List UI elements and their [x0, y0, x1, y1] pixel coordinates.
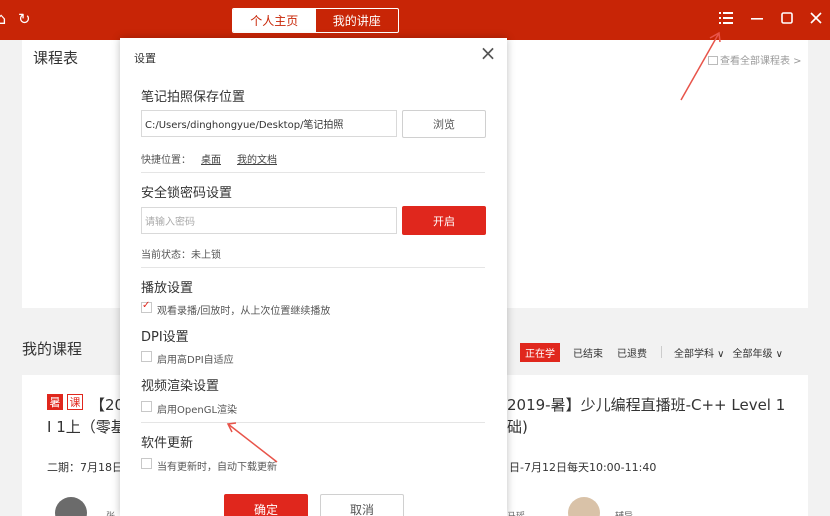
render-heading: 视频渲染设置 — [141, 379, 220, 394]
high-dpi-checkbox[interactable] — [141, 351, 152, 362]
close-window-icon[interactable] — [805, 7, 827, 29]
save-path-input[interactable]: C:/Users/dinghongyue/Desktop/笔记拍照 — [141, 110, 397, 137]
my-courses-title: 我的课程 — [22, 340, 83, 358]
security-heading: 安全锁密码设置 — [141, 186, 233, 201]
opengl-checkbox[interactable] — [141, 401, 152, 412]
view-all-schedule-link[interactable]: 查看全部课程表 > — [708, 52, 802, 67]
view-all-label: 查看全部课程表 > — [720, 56, 802, 67]
teacher-name: 马瑶 — [507, 509, 525, 516]
filter-refunded[interactable]: 已退费 — [617, 345, 647, 360]
teacher-name: 张 — [106, 509, 115, 516]
confirm-button[interactable]: 确定 — [224, 494, 308, 516]
cancel-button[interactable]: 取消 — [320, 494, 404, 516]
course-title-line1: 【20 — [90, 396, 125, 414]
home-icon[interactable]: ⌂ — [0, 9, 6, 29]
course-title-right-line1: 2019-暑】少儿编程直播班-C++ Level 1 — [507, 396, 786, 414]
auto-update-label: 当有更新时，自动下载更新 — [157, 462, 277, 473]
dialog-title: 设置 — [134, 52, 156, 65]
browse-button[interactable]: 浏览 — [402, 110, 486, 138]
subject-dropdown[interactable]: 全部学科 ∨ — [674, 345, 725, 360]
enable-lock-button[interactable]: 开启 — [402, 206, 486, 235]
auto-update-checkbox[interactable] — [141, 458, 152, 469]
top-bar: ⌂ ↻ 个人主页 我的讲座 — [0, 0, 830, 40]
maximize-icon[interactable] — [776, 7, 798, 29]
course-schedule: 二期：7月18日 — [47, 461, 123, 474]
high-dpi-label: 启用高DPI自适应 — [157, 355, 234, 366]
quick-link-desktop[interactable]: 桌面 — [201, 151, 221, 166]
main-tabs: 个人主页 我的讲座 — [232, 8, 399, 33]
lock-status: 当前状态：未上锁 — [141, 250, 221, 261]
password-input[interactable]: 请输入密码 — [141, 207, 397, 234]
course-tag: 课 — [67, 394, 83, 410]
summer-tag: 暑 — [47, 394, 63, 410]
grade-dropdown[interactable]: 全部年级 ∨ — [733, 345, 784, 360]
dpi-heading: DPI设置 — [141, 330, 189, 345]
playback-heading: 播放设置 — [141, 281, 194, 296]
filter-learning[interactable]: 正在学 — [520, 342, 560, 362]
schedule-title: 课程表 — [33, 49, 79, 67]
section-divider — [141, 267, 485, 268]
resume-playback-label: 观看录播/回放时，从上次位置继续播放 — [157, 306, 331, 317]
filter-finished[interactable]: 已结束 — [573, 345, 603, 360]
close-icon[interactable]: × — [478, 43, 498, 64]
update-heading: 软件更新 — [141, 436, 194, 451]
course-filters: 正在学 已结束 已退费 全部学科 ∨ 全部年级 ∨ — [520, 342, 791, 362]
filter-divider — [661, 346, 662, 358]
tab-personal-home[interactable]: 个人主页 — [233, 9, 316, 32]
note-save-heading: 笔记拍照保存位置 — [141, 90, 246, 105]
section-divider — [141, 172, 485, 173]
course-schedule-right: 日-7月12日每天10:00-11:40 — [509, 461, 657, 474]
calendar-icon — [708, 56, 718, 65]
quick-link-documents[interactable]: 我的文档 — [237, 151, 277, 166]
refresh-icon[interactable]: ↻ — [18, 9, 31, 29]
tab-my-lectures[interactable]: 我的讲座 — [316, 9, 399, 32]
section-divider — [141, 422, 485, 423]
course-title-right-line2: 础) — [507, 418, 528, 436]
resume-playback-checkbox[interactable] — [141, 300, 152, 313]
opengl-label: 启用OpenGL渲染 — [157, 405, 238, 416]
minimize-icon[interactable] — [746, 7, 768, 29]
teacher-name: 辅导 — [615, 509, 633, 516]
menu-icon[interactable] — [715, 7, 737, 29]
quick-location-label: 快捷位置： — [141, 155, 191, 166]
course-title-line2: I 1上（零基 — [47, 418, 126, 436]
